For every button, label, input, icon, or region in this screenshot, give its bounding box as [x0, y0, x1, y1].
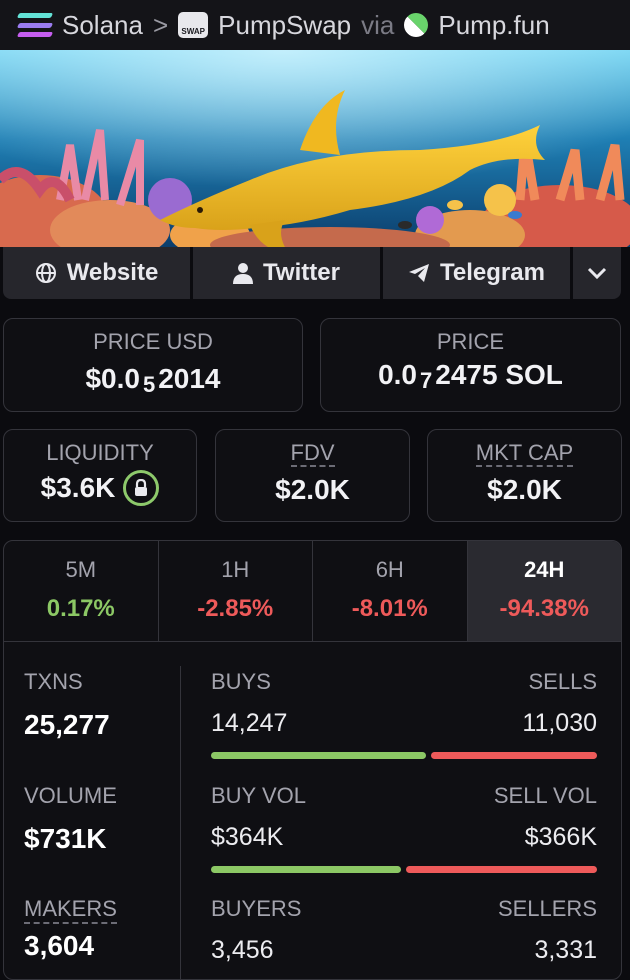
price-native-prefix: 0.0 [378, 359, 418, 390]
volume-value: $731K [24, 823, 107, 854]
breadcrumb-chain[interactable]: Solana [62, 10, 143, 41]
makers-value: 3,604 [24, 930, 95, 961]
makers-total: MAKERS 3,604 [24, 896, 117, 962]
volume-ratio-bar [211, 866, 597, 873]
sells-value: 11,030 [522, 709, 597, 737]
sellers-label: SELLERS [497, 896, 597, 921]
telegram-icon [409, 264, 430, 282]
volume-total: VOLUME $731K [24, 783, 117, 855]
tab-6h-change: -8.01% [351, 595, 428, 622]
tab-1h-label: 1H [221, 557, 250, 582]
price-usd-subscript: 5 [142, 372, 156, 397]
price-usd-value: $0.0 5 2014 [4, 363, 302, 397]
txns-row: TXNS 25,277 BUYS SELLS 14,247 11,030 [4, 669, 621, 781]
user-icon [233, 263, 254, 284]
buy-vol-label: BUY VOL [211, 783, 306, 808]
twitter-button[interactable]: Twitter [193, 247, 380, 299]
tab-5m[interactable]: 5M 0.17% [4, 541, 159, 641]
stats-panel: 5M 0.17% 1H -2.85% 6H -8.01% 24H -94.38%… [3, 540, 622, 980]
mcap-label-text: MKT CAP [475, 440, 574, 467]
website-button[interactable]: Website [3, 247, 190, 299]
tab-5m-change: 0.17% [46, 595, 115, 622]
liquidity-row: $3.6K [4, 470, 196, 506]
txns-ratio-bar [211, 752, 597, 759]
tab-1h-change: -2.85% [197, 595, 274, 622]
tab-6h[interactable]: 6H -8.01% [313, 541, 468, 641]
fdv-card: FDV $2.0K [215, 429, 410, 522]
makers-label[interactable]: MAKERS [24, 896, 117, 924]
liquidity-card: LIQUIDITY $3.6K [3, 429, 197, 522]
sell-vol-label: SELL VOL [493, 783, 597, 808]
breadcrumb-dex[interactable]: PumpSwap [218, 10, 351, 41]
txns-total: TXNS 25,277 [24, 669, 110, 741]
sell-vol-value: $366K [524, 823, 597, 851]
twitter-label: Twitter [263, 259, 340, 286]
price-native-label: PRICE [436, 329, 505, 354]
solana-icon [16, 13, 54, 37]
volume-label: VOLUME [24, 783, 117, 808]
pumpswap-icon: SWAP [178, 12, 209, 38]
txns-label: TXNS [24, 669, 83, 694]
website-label: Website [66, 259, 159, 286]
telegram-button[interactable]: Telegram [383, 247, 570, 299]
mcap-value: $2.0K [487, 474, 562, 505]
breadcrumb-via: via [361, 9, 395, 40]
volume-split: BUY VOL SELL VOL $364K $366K [211, 783, 597, 873]
sells-label: SELLS [528, 669, 598, 694]
mcap-card: MKT CAP $2.0K [427, 429, 622, 522]
tab-24h[interactable]: 24H -94.38% [467, 541, 621, 641]
tab-24h-label: 24H [524, 557, 565, 582]
tab-24h-change: -94.38% [499, 595, 589, 622]
sell-vol-bar [406, 866, 597, 873]
price-usd-card: PRICE USD $0.0 5 2014 [3, 318, 303, 412]
telegram-label: Telegram [440, 259, 545, 286]
tab-1h[interactable]: 1H -2.85% [159, 541, 313, 641]
price-native-subscript: 7 [420, 368, 433, 393]
makers-row: MAKERS 3,604 BUYERS SELLERS 3,456 3,331 [4, 896, 621, 979]
liquidity-value: $3.6K [40, 472, 116, 503]
fdv-label[interactable]: FDV [216, 440, 409, 467]
fdv-label-text: FDV [290, 440, 335, 467]
txns-value: 25,277 [24, 709, 110, 740]
price-native-digits: 2475 SOL [435, 359, 563, 390]
sells-bar [430, 752, 597, 759]
chevron-down-icon [587, 267, 607, 279]
buys-value: 14,247 [211, 709, 288, 737]
more-links-button[interactable] [573, 247, 621, 299]
buy-vol-bar [211, 866, 402, 873]
txns-split: BUYS SELLS 14,247 11,030 [211, 669, 597, 759]
globe-icon [35, 263, 56, 283]
social-links: Website Twitter Telegram [3, 247, 621, 299]
price-native-card: PRICE 0.0 7 2475 SOL [320, 318, 621, 412]
price-usd-digits: 2014 [158, 363, 221, 394]
makers-split: BUYERS SELLERS 3,456 3,331 [211, 896, 597, 965]
chevron-right-icon: > [152, 9, 169, 40]
buys-bar [211, 752, 426, 759]
price-native-value: 0.0 7 2475 SOL [321, 359, 620, 393]
token-banner-image [0, 50, 630, 247]
volume-row: VOLUME $731K BUY VOL SELL VOL $364K $366… [4, 783, 621, 895]
buy-vol-value: $364K [211, 823, 284, 851]
lock-icon[interactable] [123, 470, 160, 506]
breadcrumb: Solana > SWAP PumpSwap via Pump.fun [0, 0, 630, 50]
mcap-label[interactable]: MKT CAP [428, 440, 621, 467]
pill-icon [399, 8, 434, 42]
tab-5m-label: 5M [65, 557, 97, 582]
breadcrumb-launchpad[interactable]: Pump.fun [438, 10, 549, 41]
buys-label: BUYS [211, 669, 271, 694]
buyers-label: BUYERS [211, 896, 302, 921]
liquidity-label: LIQUIDITY [46, 440, 154, 465]
tab-6h-label: 6H [375, 557, 404, 582]
price-usd-prefix: $0.0 [85, 363, 140, 394]
timeframe-tabs: 5M 0.17% 1H -2.85% 6H -8.01% 24H -94.38% [4, 541, 621, 642]
price-usd-label: PRICE USD [93, 329, 213, 354]
fdv-value: $2.0K [275, 474, 350, 505]
